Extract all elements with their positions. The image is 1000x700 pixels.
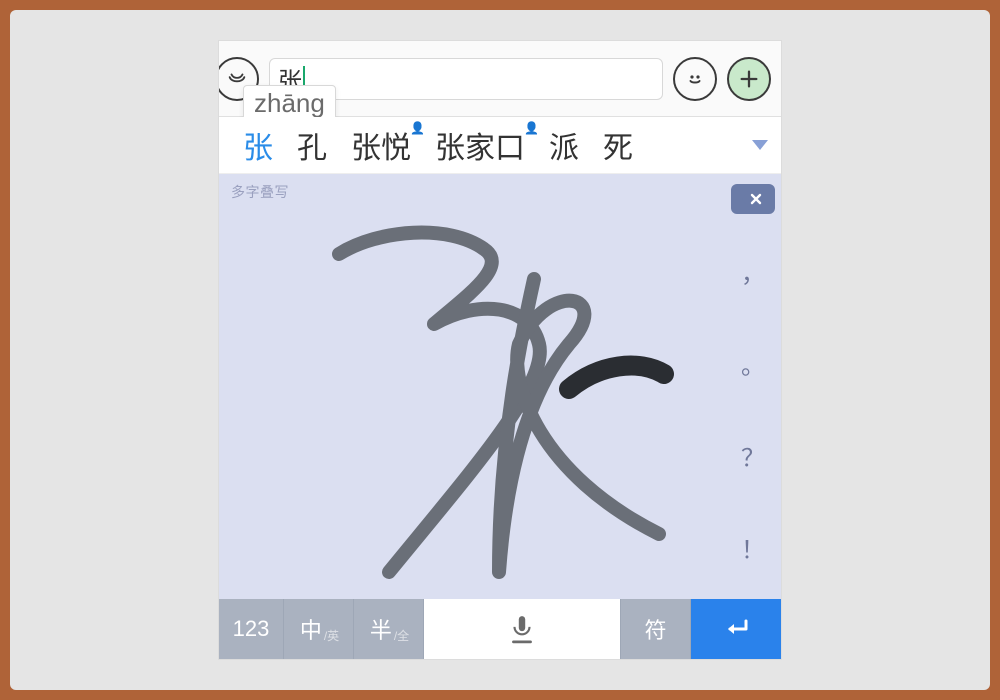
punct-key[interactable]: 。 — [741, 340, 765, 388]
backspace-button[interactable] — [731, 184, 775, 214]
number-mode-key[interactable]: 123 — [219, 599, 284, 659]
handwriting-strokes — [219, 174, 781, 594]
candidate-item[interactable]: 张 — [231, 123, 285, 167]
candidate-item[interactable]: 张悦👤 — [339, 123, 423, 167]
punct-key[interactable]: ， — [741, 248, 765, 296]
candidate-item[interactable]: 张家口👤 — [423, 123, 537, 167]
pinyin-preview-bubble: zhāng — [243, 85, 336, 122]
punct-key[interactable]: ？ — [741, 431, 765, 479]
add-button[interactable] — [727, 57, 771, 101]
expand-candidates-button[interactable] — [747, 132, 773, 158]
width-toggle-key[interactable]: 半/全 — [354, 599, 424, 659]
emoji-button[interactable] — [673, 57, 717, 101]
ime-screenshot: 张 zhāng 张 孔 张悦👤 张家口👤 派 死 — [219, 41, 781, 659]
candidate-item[interactable]: 死 — [591, 123, 645, 167]
symbols-key[interactable]: 符 — [621, 599, 691, 659]
chat-textbox-wrap: 张 zhāng — [269, 58, 663, 100]
pinyin-preview-text: zhāng — [254, 88, 325, 118]
stage-frame: 张 zhāng 张 孔 张悦👤 张家口👤 派 死 — [10, 10, 990, 690]
candidate-item[interactable]: 派 — [537, 123, 591, 167]
punct-key[interactable]: ！ — [741, 523, 765, 571]
punctuation-column: ， 。 ？ ！ — [741, 226, 765, 593]
keyboard-bottom-row: 123 中/英 半/全 符 — [219, 599, 781, 659]
voice-input-key[interactable] — [424, 599, 621, 659]
candidate-row: 张 孔 张悦👤 张家口👤 派 死 — [219, 117, 781, 174]
handwriting-area[interactable]: 多字叠写 ， 。 ？ ！ — [219, 174, 781, 599]
enter-key[interactable] — [691, 599, 781, 659]
chat-compose-row: 张 zhāng — [219, 41, 781, 117]
handwriting-side-tools: ， 。 ？ ！ — [731, 184, 775, 593]
candidate-item[interactable]: 孔 — [285, 123, 339, 167]
language-toggle-key[interactable]: 中/英 — [284, 599, 354, 659]
